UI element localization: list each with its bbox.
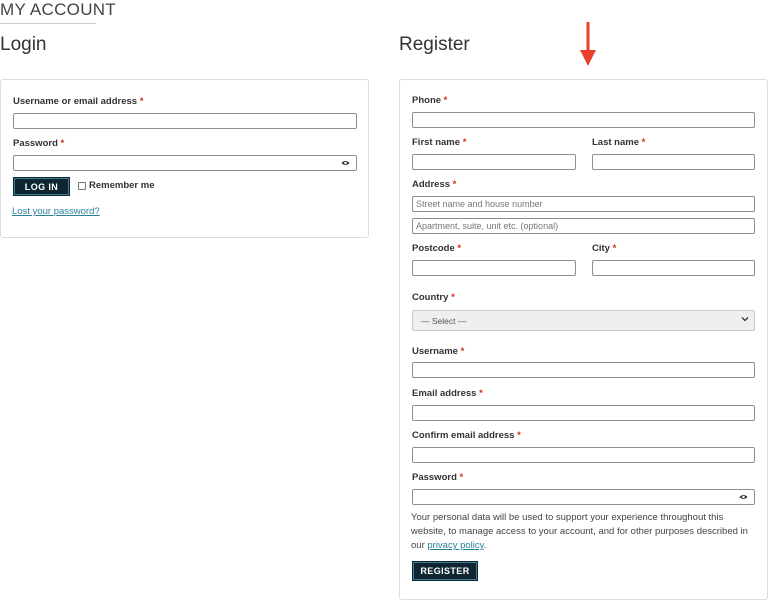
login-username-label: Username or email address * [13,96,144,107]
first-name-input[interactable] [412,154,576,170]
country-select[interactable]: — Select — [412,310,755,331]
login-title: Login [0,34,47,55]
username-label: Username * [412,346,465,357]
confirm-email-label: Confirm email address * [412,430,521,441]
username-input[interactable] [412,362,755,378]
privacy-policy-link[interactable]: privacy policy [427,540,483,551]
register-button[interactable]: REGISTER [412,561,478,581]
show-password-icon[interactable] [341,159,350,167]
email-input[interactable] [412,405,755,421]
address-line2-input[interactable] [412,218,755,234]
remember-me-checkbox[interactable] [78,182,86,190]
phone-input[interactable] [412,112,755,128]
show-password-icon[interactable] [739,493,748,501]
postcode-label: Postcode * [412,243,462,254]
confirm-email-input[interactable] [412,447,755,463]
remember-me-label: Remember me [89,180,155,191]
address-line1-input[interactable] [412,196,755,212]
login-button[interactable]: LOG IN [13,177,70,196]
title-divider [0,23,96,24]
login-username-input[interactable] [13,113,357,129]
arrow-down-icon [580,22,596,66]
city-label: City * [592,243,617,254]
login-password-label: Password * [13,138,65,149]
last-name-input[interactable] [592,154,755,170]
chevron-down-icon [741,317,749,322]
postcode-input[interactable] [412,260,576,276]
email-label: Email address * [412,388,483,399]
phone-label: Phone * [412,95,448,106]
address-label: Address * [412,179,457,190]
first-name-label: First name * [412,137,467,148]
last-name-label: Last name * [592,137,646,148]
register-password-label: Password * [412,472,464,483]
lost-password-link[interactable]: Lost your password? [12,206,100,217]
country-select-value: — Select — [421,316,467,326]
city-input[interactable] [592,260,755,276]
register-password-input[interactable] [412,489,755,505]
privacy-notice: Your personal data will be used to suppo… [411,512,748,551]
register-title: Register [399,34,470,55]
login-password-input[interactable] [13,155,357,171]
page-title: MY ACCOUNT [0,0,117,19]
country-label: Country * [412,292,455,303]
login-card: Username or email address * Password * L… [0,79,369,238]
